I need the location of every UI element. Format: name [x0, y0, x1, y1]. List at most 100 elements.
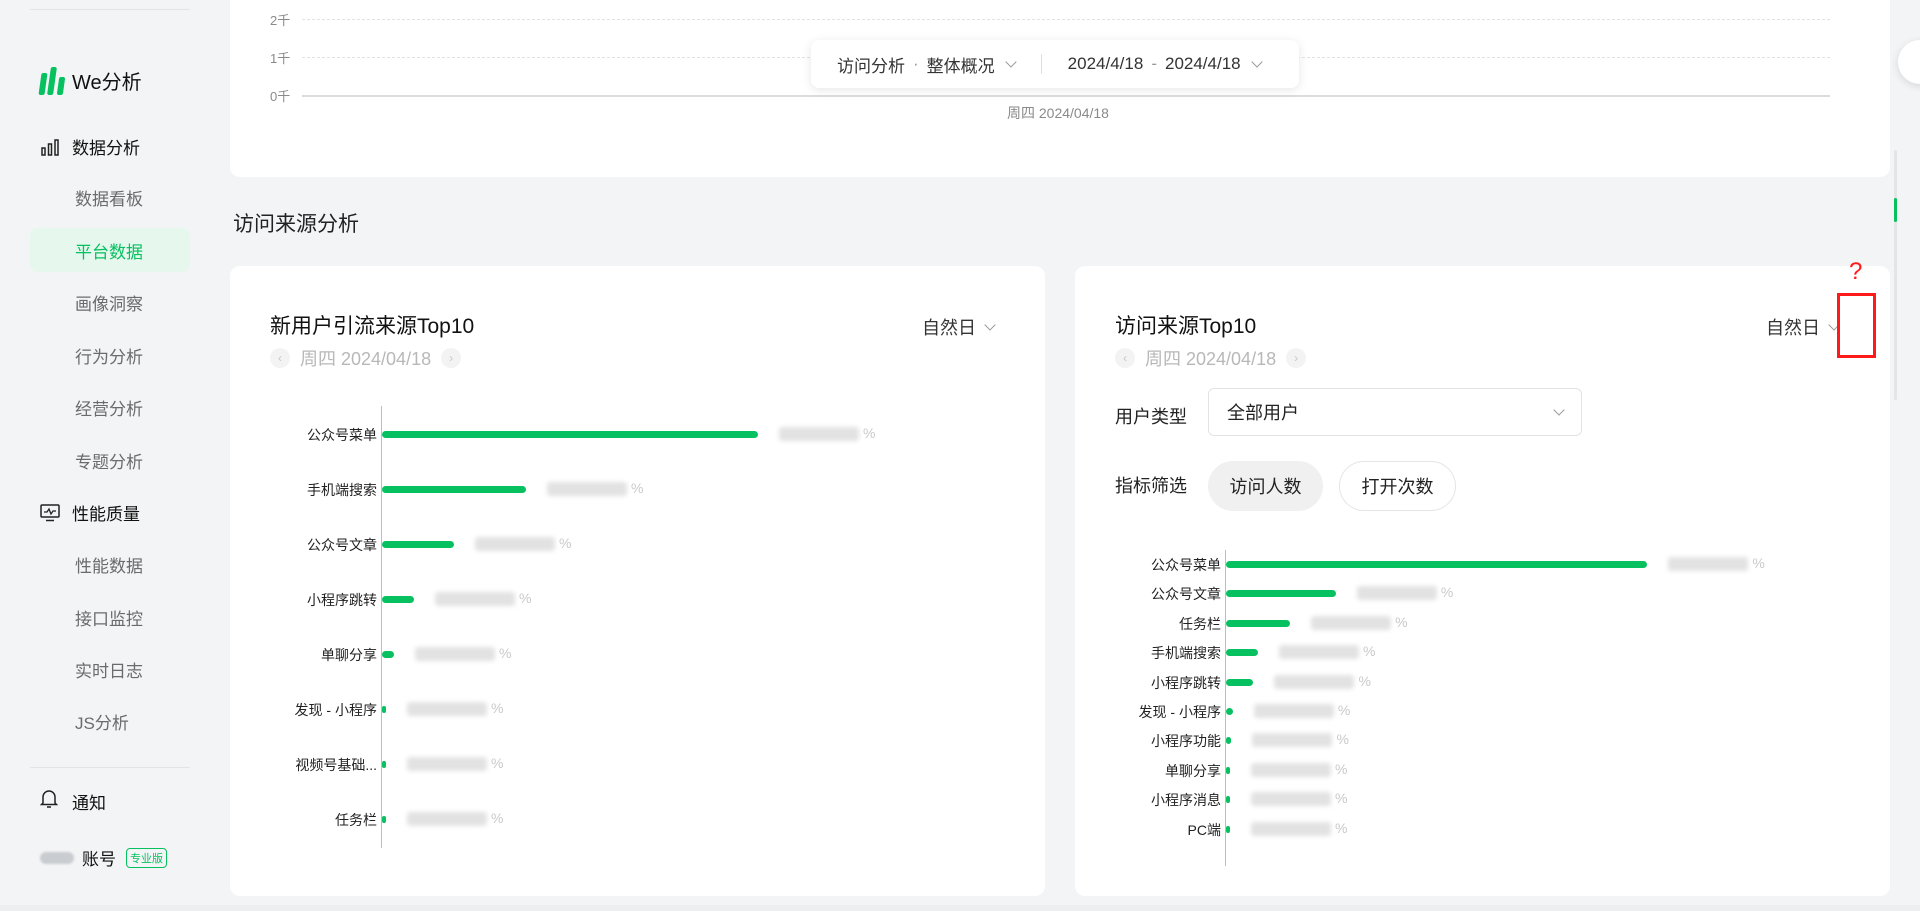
metric-chip-visitors[interactable]: 访问人数 [1208, 461, 1323, 511]
user-type-select[interactable]: 全部用户 [1208, 388, 1582, 436]
value-percent-suffix: % [491, 810, 504, 826]
bar[interactable] [382, 816, 386, 823]
sidebar-item-behavior[interactable]: 行为分析 [30, 333, 190, 377]
bar-label: 单聊分享 [321, 647, 377, 663]
bar[interactable] [382, 596, 414, 603]
bar-label: 小程序跳转 [1151, 674, 1221, 691]
bar[interactable] [1226, 590, 1336, 598]
redacted-value [1251, 762, 1331, 777]
chevron-down-icon [1553, 403, 1565, 416]
card-date: 周四 2024/04/18 [300, 349, 432, 369]
sidebar-item-platform-data[interactable]: 平台数据 [30, 228, 190, 272]
value-percent-suffix: % [1337, 702, 1351, 718]
card-title: 新用户引流来源Top10 [270, 315, 475, 338]
bar[interactable] [1226, 708, 1233, 715]
redacted-value [779, 427, 859, 441]
value-percent-suffix: % [499, 645, 512, 661]
bar-label: 视频号基础... [295, 757, 377, 773]
new-user-source-card: 新用户引流来源Top10 ‹ 周四 2024/04/18 › 自然日 公众号菜单… [230, 266, 1045, 896]
bar[interactable] [1226, 619, 1291, 627]
user-type-label: 用户类型 [1115, 407, 1187, 427]
date-nav: ‹ 周四 2024/04/18 › [270, 345, 462, 371]
value-percent-suffix: % [1395, 613, 1408, 630]
redacted-value [547, 482, 627, 496]
sidebar-item-realtime-log[interactable]: 实时日志 [30, 647, 190, 691]
logo[interactable]: We分析 [38, 66, 142, 95]
bar[interactable] [382, 761, 386, 768]
chevron-down-icon [1005, 55, 1017, 68]
nav-group-label: 数据分析 [72, 139, 140, 158]
notification-link[interactable]: 通知 [39, 789, 106, 814]
redacted-value [407, 757, 487, 771]
bar[interactable] [1226, 737, 1232, 745]
bar-label: 小程序跳转 [307, 592, 377, 608]
bar[interactable] [1226, 796, 1230, 804]
value-percent-suffix: % [1335, 760, 1348, 777]
section-title: 访问来源分析 [233, 213, 359, 236]
bar[interactable] [382, 651, 394, 658]
floating-filter-bar: 访问分析 · 整体概况 2024/4/18 - 2024/4/18 [811, 40, 1299, 88]
y-tick: 2千 [270, 13, 291, 28]
bar-label: 小程序功能 [1151, 733, 1221, 750]
next-day-icon[interactable]: › [1286, 348, 1307, 368]
analysis-label: 访问分析 [837, 56, 905, 76]
bar[interactable] [382, 706, 386, 713]
side-float-button[interactable] [1898, 40, 1920, 84]
redacted-value [1311, 615, 1392, 630]
bar[interactable] [382, 486, 526, 493]
bar[interactable] [1226, 561, 1648, 568]
value-percent-suffix: % [1752, 555, 1765, 571]
nav-group-data-analysis[interactable]: 数据分析 [40, 134, 140, 159]
chevron-down-icon [984, 318, 996, 331]
sidebar-item-portrait[interactable]: 画像洞察 [30, 280, 190, 324]
period-select[interactable]: 自然日 [922, 314, 996, 340]
y-tick: 0千 [270, 89, 291, 104]
y-tick: 1千 [270, 51, 291, 66]
analysis-scope-selector[interactable]: 访问分析 · 整体概况 [811, 52, 1041, 77]
account-label: 账号 [82, 850, 116, 869]
sidebar: We分析 数据分析 数据看板 平台数据 画像洞察 行为分析 经营分析 专题分析 … [0, 0, 200, 911]
card-title: 访问来源Top10 [1115, 315, 1257, 338]
scrollbar[interactable] [1894, 150, 1897, 400]
prev-day-icon[interactable]: ‹ [270, 348, 290, 368]
value-percent-suffix: % [559, 535, 572, 551]
sidebar-divider [30, 767, 190, 768]
period-select[interactable]: 自然日 [1766, 314, 1840, 340]
bar-label: PC端 [1187, 821, 1221, 838]
annotation-question-mark: ? [1849, 258, 1863, 285]
account-link[interactable]: 账号 专业版 [40, 845, 167, 870]
value-percent-suffix: % [1336, 731, 1349, 748]
sidebar-item-business[interactable]: 经营分析 [30, 385, 190, 429]
bar[interactable] [1226, 766, 1230, 774]
bar-label: 单聊分享 [1165, 762, 1221, 779]
metric-chip-opens[interactable]: 打开次数 [1339, 461, 1456, 511]
bar[interactable] [1226, 825, 1230, 833]
sidebar-item-perf-data[interactable]: 性能数据 [30, 542, 190, 586]
prev-day-icon[interactable]: ‹ [1115, 348, 1135, 368]
value-percent-suffix: % [491, 755, 504, 771]
user-type-value: 全部用户 [1227, 403, 1299, 423]
bar-label: 公众号文章 [1151, 586, 1221, 603]
sidebar-item-topic[interactable]: 专题分析 [30, 438, 190, 482]
nav-group-label: 性能质量 [72, 505, 140, 524]
bar-label: 手机端搜索 [1151, 645, 1221, 662]
bar[interactable] [382, 541, 454, 548]
value-percent-suffix: % [1358, 672, 1371, 689]
next-day-icon[interactable]: › [441, 348, 462, 368]
value-percent-suffix: % [1335, 790, 1348, 807]
x-axis-date: 周四 2024/04/18 [1007, 105, 1109, 121]
bar[interactable] [382, 431, 758, 438]
nav-group-performance[interactable]: 性能质量 [40, 500, 140, 525]
bar-label: 发现 - 小程序 [294, 702, 377, 718]
x-axis-line [302, 95, 1830, 97]
redacted-value [435, 592, 515, 606]
sidebar-divider [30, 9, 190, 10]
sidebar-item-api-monitor[interactable]: 接口监控 [30, 595, 190, 639]
bar-chart-axis [1225, 550, 1226, 866]
sidebar-item-dashboard[interactable]: 数据看板 [30, 175, 190, 219]
bar[interactable] [1226, 649, 1259, 657]
bar[interactable] [1226, 678, 1254, 686]
chevron-down-icon [1250, 55, 1263, 68]
date-range-selector[interactable]: 2024/4/18 - 2024/4/18 [1042, 54, 1287, 74]
sidebar-item-js-analysis[interactable]: JS分析 [30, 699, 190, 743]
